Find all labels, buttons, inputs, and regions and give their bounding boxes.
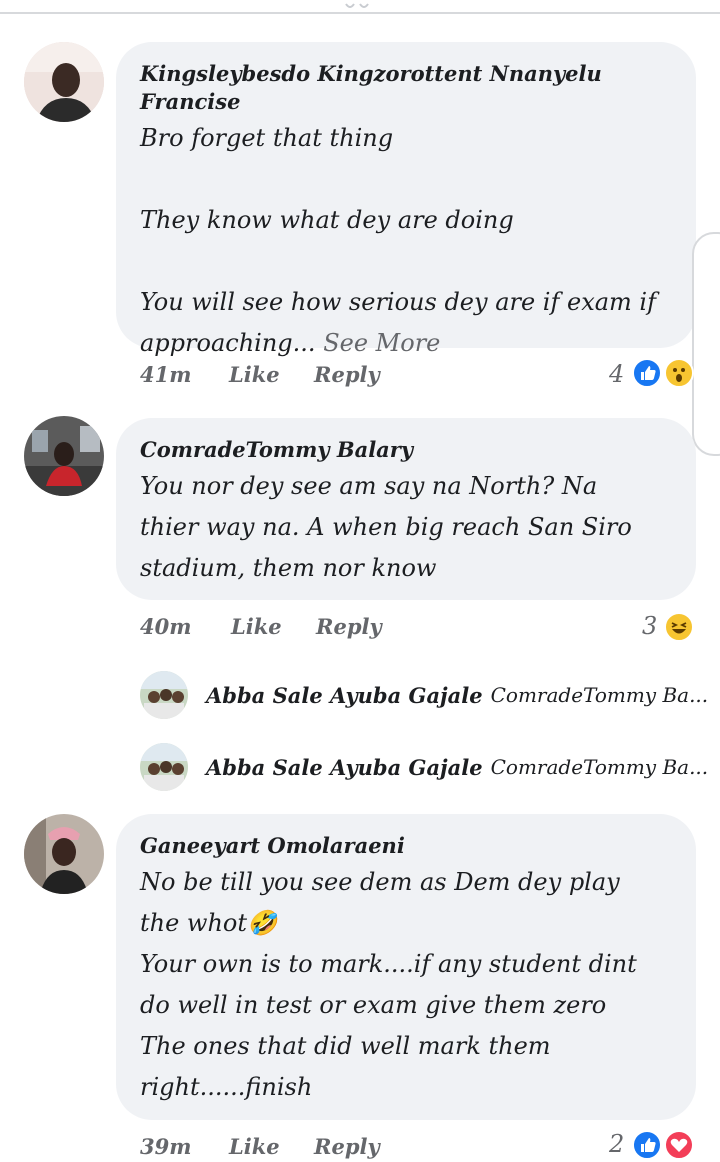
like-button[interactable]: Like (229, 362, 280, 387)
comment-text-line: You will see how serious dey are if exam… (140, 288, 656, 316)
top-divider (0, 12, 720, 14)
like-button[interactable]: Like (231, 614, 282, 639)
comment-author[interactable]: Ganeeyart Omolaraeni (140, 832, 674, 860)
comment-text-blank (140, 241, 674, 282)
comment-author[interactable]: ComradeTommy Balary (140, 436, 674, 464)
comment-bubble[interactable]: Ganeeyart Omolaraeni No be till you see … (116, 814, 696, 1120)
comment-text-line: the whot🤣 (140, 909, 277, 937)
comment-text-blank (140, 159, 674, 200)
avatar[interactable] (140, 743, 188, 791)
comment-time[interactable]: 39m (140, 1134, 191, 1159)
comment-text-line: Your own is to mark....if any student di… (140, 950, 637, 978)
side-scroll-handle[interactable] (692, 232, 720, 456)
comment-text-line: They know what dey are doing (140, 206, 514, 234)
reply-button[interactable]: Reply (314, 1134, 380, 1159)
reply-button[interactable]: Reply (314, 362, 380, 387)
avatar[interactable] (24, 42, 104, 122)
like-reaction-icon (632, 1130, 662, 1160)
comment-text-line: No be till you see dem as Dem dey play (140, 868, 620, 896)
comment-text-line: do well in test or exam give them zero (140, 991, 607, 1019)
comment-text-line: Bro forget that thing (140, 124, 394, 152)
like-button[interactable]: Like (229, 1134, 280, 1159)
reaction-count[interactable]: 3 (642, 612, 657, 640)
comment-text-line: The ones that did well mark them (140, 1032, 551, 1060)
haha-reaction-icon (664, 612, 694, 642)
reply-row[interactable]: Abba Sale Ayuba Gajale ComradeTommy Ba..… (140, 742, 708, 792)
love-reaction-icon (664, 1130, 694, 1160)
comment-text-truncated: approaching... (140, 329, 316, 357)
comment-text-line: stadium, them nor know (140, 554, 437, 582)
avatar[interactable] (24, 416, 104, 496)
reply-preview[interactable]: ComradeTommy Ba... (491, 755, 709, 779)
see-more-link[interactable]: See More (323, 329, 440, 357)
avatar[interactable] (24, 814, 104, 894)
comment-time[interactable]: 40m (140, 614, 191, 639)
reply-button[interactable]: Reply (316, 614, 382, 639)
reply-preview[interactable]: ComradeTommy Ba... (491, 683, 709, 707)
comment-text-line: You nor dey see am say na North? Na (140, 472, 598, 500)
reply-row[interactable]: Abba Sale Ayuba Gajale ComradeTommy Ba..… (140, 670, 708, 720)
comment-bubble[interactable]: Kingsleybesdo Kingzorottent Nnanyelu Fra… (116, 42, 696, 357)
comment-text-line: right......finish (140, 1073, 313, 1101)
reply-author[interactable]: Abba Sale Ayuba Gajale (206, 755, 483, 780)
like-reaction-icon (632, 358, 662, 388)
comment-author[interactable]: Kingsleybesdo Kingzorottent Nnanyelu Fra… (140, 60, 674, 116)
reaction-count[interactable]: 2 (609, 1130, 624, 1158)
reply-author[interactable]: Abba Sale Ayuba Gajale (206, 683, 483, 708)
comment-text-line: approaching... See More (140, 323, 674, 364)
reaction-count[interactable]: 4 (609, 360, 624, 388)
top-indicator-icon (345, 3, 369, 8)
comment-time[interactable]: 41m (140, 362, 191, 387)
avatar[interactable] (140, 671, 188, 719)
comment-text-line: thier way na. A when big reach San Siro (140, 513, 632, 541)
comment-bubble[interactable]: ComradeTommy Balary You nor dey see am s… (116, 418, 696, 600)
wow-reaction-icon (664, 358, 694, 388)
